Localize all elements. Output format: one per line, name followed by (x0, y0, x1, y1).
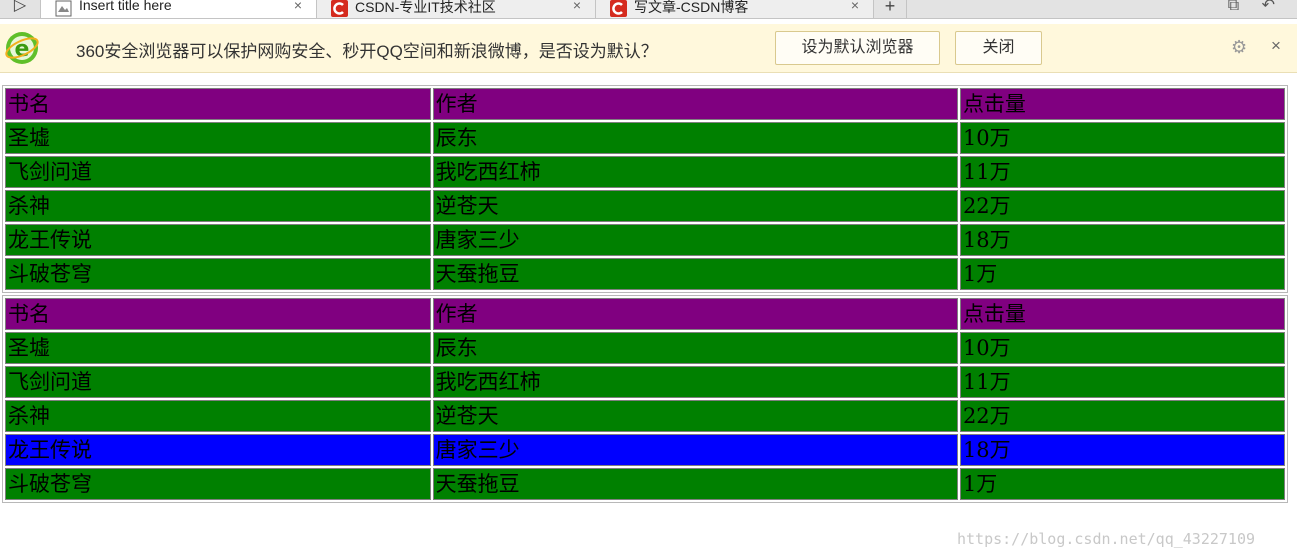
table-cell: 唐家三少 (432, 224, 958, 256)
header-cell: 作者 (432, 298, 958, 330)
tab-close-icon[interactable]: × (573, 0, 581, 13)
browser-logo-icon: e (5, 32, 39, 64)
table-cell: 杀神 (5, 190, 431, 222)
watermark: https://blog.csdn.net/qq_43227109 (957, 530, 1256, 548)
gear-icon[interactable]: ⚙ (1231, 37, 1247, 58)
table-cell: 18万 (959, 224, 1285, 256)
table-cell: 斗破苍穹 (5, 468, 431, 500)
table-cell: 10万 (959, 332, 1285, 364)
header-cell: 书名 (5, 88, 431, 120)
book-table-hover: 书名 作者 点击量 圣墟 辰东 10万 飞剑问道 我吃西红柿 11万 杀神 逆苍… (2, 295, 1288, 503)
table-cell: 10万 (959, 122, 1285, 154)
tab-title: Insert title here (79, 0, 172, 13)
infobar-message: 360安全浏览器可以保护网购安全、秒开QQ空间和新浪微博，是否设为默认？ (76, 42, 658, 61)
table-header-row: 书名 作者 点击量 (5, 88, 1285, 120)
tab-title: 写文章-CSDN博客 (634, 0, 749, 15)
table-cell: 11万 (959, 156, 1285, 188)
book-table: 书名 作者 点击量 圣墟 辰东 10万 飞剑问道 我吃西红柿 11万 杀神 逆苍… (2, 85, 1288, 293)
table-cell: 18万 (959, 434, 1285, 466)
table-cell: 飞剑问道 (5, 366, 431, 398)
table-header-row: 书名 作者 点击量 (5, 298, 1285, 330)
new-tab-button[interactable]: + (874, 0, 907, 18)
tab-close-icon[interactable]: × (851, 0, 859, 13)
table-cell: 天蚕拖豆 (432, 468, 958, 500)
table-row: 飞剑问道 我吃西红柿 11万 (5, 156, 1285, 188)
table-cell: 斗破苍穹 (5, 258, 431, 290)
table-cell: 唐家三少 (432, 434, 958, 466)
header-cell: 点击量 (959, 88, 1285, 120)
table-row[interactable]: 杀神 逆苍天 22万 (5, 400, 1285, 432)
table-row: 杀神 逆苍天 22万 (5, 190, 1285, 222)
close-icon[interactable]: × (1271, 36, 1281, 56)
table-cell: 飞剑问道 (5, 156, 431, 188)
table-row[interactable]: 斗破苍穹 天蚕拖豆 1万 (5, 468, 1285, 500)
tab-write-article[interactable]: 写文章-CSDN博客 × (596, 0, 874, 18)
table-cell: 逆苍天 (432, 400, 958, 432)
header-cell: 作者 (432, 88, 958, 120)
table-cell: 1万 (959, 258, 1285, 290)
table-cell: 我吃西红柿 (432, 156, 958, 188)
table-row: 斗破苍穹 天蚕拖豆 1万 (5, 258, 1285, 290)
tab-title: CSDN-专业IT技术社区 (355, 0, 496, 15)
page-content: 书名 作者 点击量 圣墟 辰东 10万 飞剑问道 我吃西红柿 11万 杀神 逆苍… (2, 85, 1288, 503)
header-cell: 点击量 (959, 298, 1285, 330)
set-default-browser-button[interactable]: 设为默认浏览器 (775, 31, 940, 65)
table-cell: 龙王传说 (5, 224, 431, 256)
table-cell: 11万 (959, 366, 1285, 398)
undo-close-icon[interactable]: ↶ (1262, 0, 1275, 18)
table-cell: 辰东 (432, 332, 958, 364)
document-icon (55, 0, 72, 17)
table-cell: 龙王传说 (5, 434, 431, 466)
csdn-icon (331, 0, 348, 17)
table-row[interactable]: 飞剑问道 我吃西红柿 11万 (5, 366, 1285, 398)
table-cell: 1万 (959, 468, 1285, 500)
table-cell: 圣墟 (5, 332, 431, 364)
header-cell: 书名 (5, 298, 431, 330)
table-row-highlighted[interactable]: 龙王传说 唐家三少 18万 (5, 434, 1285, 466)
tab-close-icon[interactable]: × (294, 0, 302, 13)
tab-csdn-home[interactable]: CSDN-专业IT技术社区 × (317, 0, 596, 18)
table-cell: 我吃西红柿 (432, 366, 958, 398)
table-row: 圣墟 辰东 10万 (5, 122, 1285, 154)
table-cell: 杀神 (5, 400, 431, 432)
restore-tab-icon[interactable]: ⧉ (1228, 0, 1239, 18)
table-cell: 22万 (959, 190, 1285, 222)
tab-insert-title[interactable]: Insert title here × (41, 0, 317, 18)
back-button[interactable]: ▷ (0, 0, 41, 18)
table-cell: 圣墟 (5, 122, 431, 154)
csdn-icon (610, 0, 627, 17)
table-cell: 逆苍天 (432, 190, 958, 222)
table-cell: 辰东 (432, 122, 958, 154)
window-tools: ⧉ ↶ (1210, 0, 1275, 18)
tab-strip: ▷ Insert title here × CSDN-专业IT技术社区 × 写文… (0, 0, 1297, 19)
default-browser-infobar: e 360安全浏览器可以保护网购安全、秒开QQ空间和新浪微博，是否设为默认？ 设… (0, 24, 1297, 73)
table-row: 龙王传说 唐家三少 18万 (5, 224, 1285, 256)
table-cell: 22万 (959, 400, 1285, 432)
table-cell: 天蚕拖豆 (432, 258, 958, 290)
close-infobar-button[interactable]: 关闭 (955, 31, 1042, 65)
table-row[interactable]: 圣墟 辰东 10万 (5, 332, 1285, 364)
